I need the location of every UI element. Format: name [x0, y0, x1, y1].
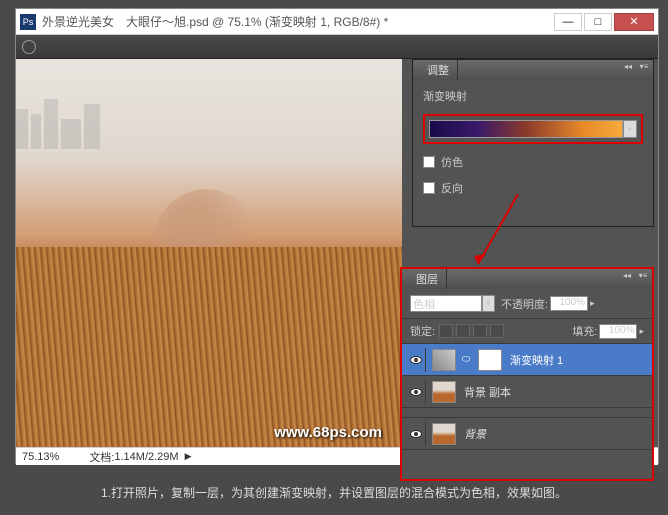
tool-preset-icon[interactable]: [22, 40, 36, 54]
lock-row: 锁定: 填充: 100% ▸: [402, 319, 652, 344]
zoom-level[interactable]: 75.13%: [22, 451, 59, 463]
maximize-button[interactable]: □: [584, 13, 612, 31]
work-area: www.68ps.com 调整 ◂◂ ▾≡ 渐变映射 ▼ 仿色: [16, 59, 658, 447]
layer-thumb[interactable]: [432, 381, 456, 403]
panel-collapse-icon[interactable]: ◂◂: [620, 271, 634, 283]
close-button[interactable]: ✕: [614, 13, 654, 31]
visibility-icon[interactable]: [410, 356, 422, 364]
link-mask-icon[interactable]: ⬭: [460, 350, 472, 370]
ps-app-icon: Ps: [20, 14, 36, 30]
layer-row[interactable]: 背景 副本: [402, 376, 652, 408]
canvas-buildings: [16, 89, 402, 149]
lock-all-icon[interactable]: [490, 324, 504, 338]
layer-name[interactable]: 渐变映射 1: [510, 352, 563, 368]
layer-row[interactable]: ⬭ 渐变映射 1: [402, 344, 652, 376]
lock-position-icon[interactable]: [473, 324, 487, 338]
canvas-grass: [16, 247, 402, 447]
reverse-label: 反向: [441, 180, 463, 196]
visibility-icon[interactable]: [410, 430, 422, 438]
option-bar: [16, 35, 658, 59]
watermark: www.68ps.com: [274, 424, 382, 441]
lock-pixels-icon[interactable]: [456, 324, 470, 338]
blend-mode-dropdown-icon[interactable]: ▼: [482, 295, 495, 312]
adjustments-panel-header: 调整 ◂◂ ▾≡: [413, 60, 653, 80]
dither-label: 仿色: [441, 154, 463, 170]
minimize-button[interactable]: —: [554, 13, 582, 31]
doc-size-value: 1.14M/2.29M: [114, 451, 178, 463]
adjustments-tab[interactable]: 调整: [419, 60, 458, 80]
document-title: 外景逆光美女 大眼仔～旭.psd @ 75.1% (渐变映射 1, RGB/8#…: [42, 13, 552, 30]
tutorial-caption: 1.打开照片，复制一层，为其创建渐变映射，并设置图层的混合模式为色相，效果如图。: [0, 484, 668, 501]
gradient-picker[interactable]: [429, 120, 623, 138]
canvas[interactable]: www.68ps.com: [16, 59, 402, 447]
fill-input[interactable]: 100%: [599, 324, 637, 339]
panel-menu-icon[interactable]: ▾≡: [637, 62, 651, 74]
blend-mode-row: 色相 ▼ 不透明度: 100% ▸: [402, 289, 652, 319]
gradient-picker-highlight: ▼: [423, 114, 643, 144]
panel-menu-icon[interactable]: ▾≡: [636, 271, 650, 283]
layer-row[interactable]: 背景: [402, 418, 652, 450]
layers-panel-header: 图层 ◂◂ ▾≡: [402, 269, 652, 289]
blend-mode-select[interactable]: 色相: [410, 295, 482, 312]
reverse-checkbox[interactable]: [423, 182, 435, 194]
layer-thumb[interactable]: [432, 423, 456, 445]
fill-label: 填充:: [572, 323, 597, 339]
fill-slider-icon[interactable]: ▸: [639, 326, 644, 337]
mask-thumb[interactable]: [478, 349, 502, 371]
lock-transparency-icon[interactable]: [439, 324, 453, 338]
doc-info-menu-icon[interactable]: ▶: [185, 451, 192, 462]
doc-size-label: 文档:: [89, 449, 114, 465]
title-bar: Ps 外景逆光美女 大眼仔～旭.psd @ 75.1% (渐变映射 1, RGB…: [16, 9, 658, 35]
opacity-slider-icon[interactable]: ▸: [590, 298, 595, 309]
opacity-input[interactable]: 100%: [550, 296, 588, 311]
dither-checkbox[interactable]: [423, 156, 435, 168]
adjustment-type-label: 渐变映射: [423, 88, 643, 104]
adjustment-thumb[interactable]: [432, 349, 456, 371]
visibility-icon[interactable]: [410, 388, 422, 396]
gradient-dropdown-icon[interactable]: ▼: [623, 120, 637, 138]
panel-collapse-icon[interactable]: ◂◂: [621, 62, 635, 74]
layer-name[interactable]: 背景 副本: [464, 384, 511, 400]
layers-panel: 图层 ◂◂ ▾≡ 色相 ▼ 不透明度: 100% ▸ 锁定:: [400, 267, 654, 481]
adjustments-panel: 调整 ◂◂ ▾≡ 渐变映射 ▼ 仿色 反向: [412, 59, 654, 227]
layer-name[interactable]: 背景: [464, 426, 486, 442]
opacity-label: 不透明度:: [501, 296, 548, 312]
ps-window: Ps 外景逆光美女 大眼仔～旭.psd @ 75.1% (渐变映射 1, RGB…: [15, 8, 659, 464]
window-controls: — □ ✕: [552, 13, 654, 31]
layers-tab[interactable]: 图层: [408, 269, 447, 289]
lock-label: 锁定:: [410, 323, 435, 339]
